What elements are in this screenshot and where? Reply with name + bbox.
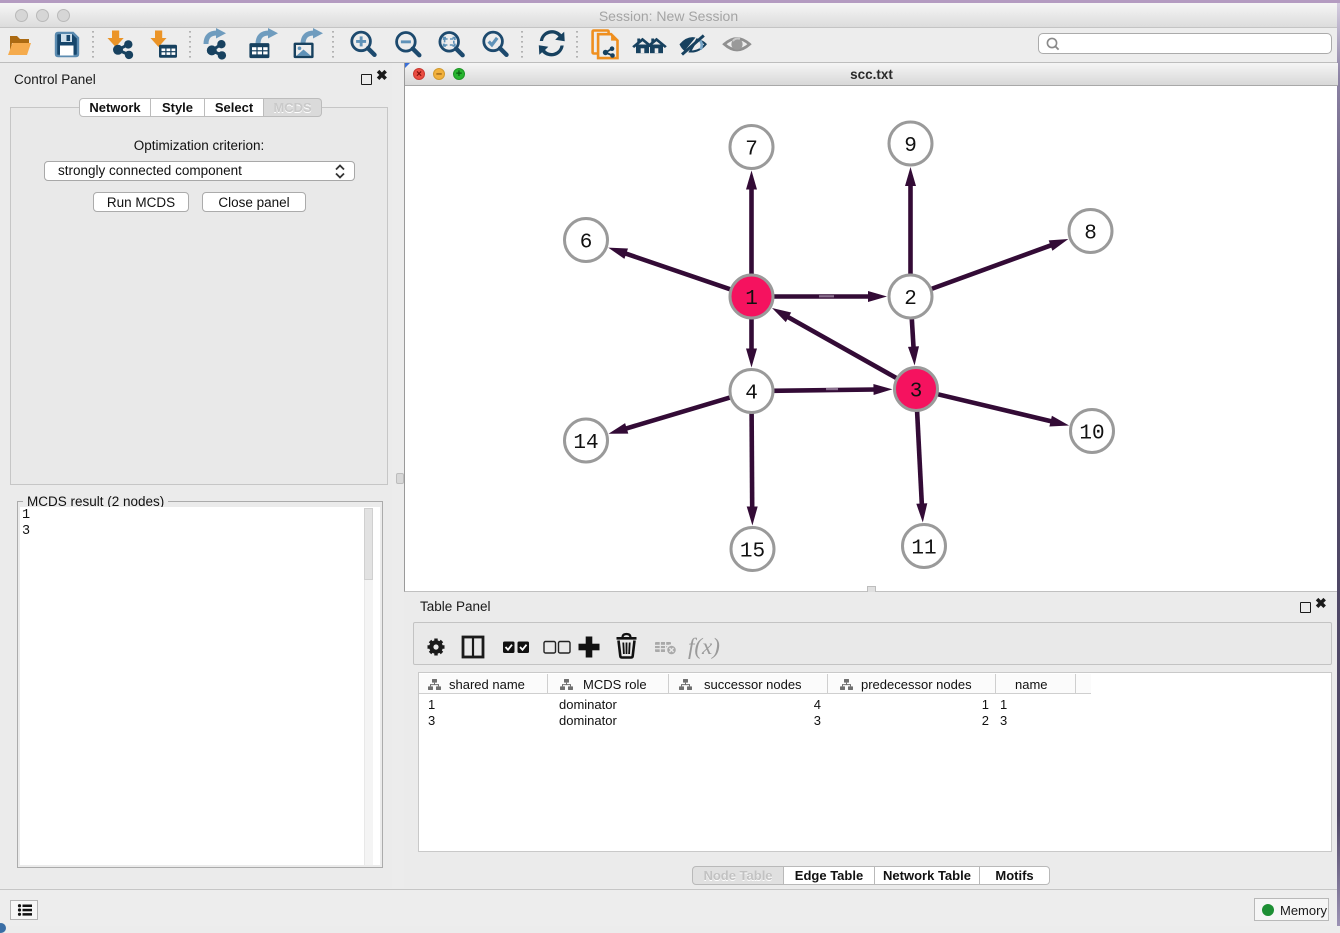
svg-text:9: 9 xyxy=(904,135,917,158)
svg-text:15: 15 xyxy=(740,541,765,564)
svg-text:14: 14 xyxy=(573,432,598,455)
svg-text:3: 3 xyxy=(910,381,923,404)
svg-text:1: 1 xyxy=(745,288,758,311)
svg-text:2: 2 xyxy=(904,288,917,311)
svg-text:10: 10 xyxy=(1079,423,1104,446)
svg-text:11: 11 xyxy=(911,538,936,561)
svg-text:8: 8 xyxy=(1084,223,1097,246)
svg-text:4: 4 xyxy=(745,383,758,406)
svg-text:7: 7 xyxy=(745,139,758,162)
svg-text:f(x): f(x) xyxy=(688,634,720,659)
svg-text:6: 6 xyxy=(580,232,593,255)
